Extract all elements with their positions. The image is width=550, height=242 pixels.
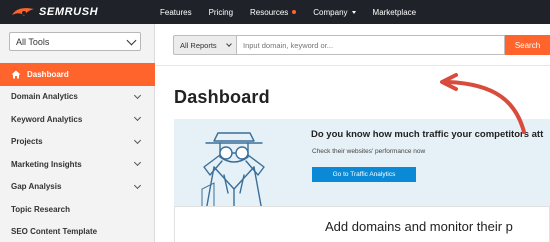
nav-label: Pricing (208, 7, 234, 17)
sidebar-item-label: SEO Content Template (11, 227, 98, 237)
logo-text: SEMRUSH (39, 6, 99, 18)
nav-company[interactable]: Company (313, 7, 356, 17)
nav-menu: Features Pricing Resources Company Marke… (160, 0, 433, 24)
chevron-down-icon (133, 136, 142, 144)
sidebar-item-label: Topic Research (11, 204, 70, 214)
annotation-arrow-icon (440, 73, 526, 134)
sidebar-menu: Dashboard Domain Analytics Keyword Analy… (0, 63, 155, 242)
chevron-down-icon (133, 181, 142, 189)
nav-label: Resources (250, 7, 289, 17)
sidebar-item-marketing-insights[interactable]: Marketing Insights (0, 153, 155, 176)
caret-down-icon (351, 10, 356, 14)
new-badge-dot (292, 10, 297, 14)
promo-subtext: Check their websites' performance now (312, 148, 426, 155)
tools-select[interactable]: All Tools (9, 32, 141, 51)
sidebar-item-keyword-analytics[interactable]: Keyword Analytics (0, 108, 155, 131)
sidebar-item-seo-content-template[interactable]: SEO Content Template (0, 221, 155, 242)
nav-label: Features (160, 7, 192, 17)
nav-pricing[interactable]: Pricing (209, 8, 233, 17)
add-domains-panel: Add domains and monitor their p (174, 206, 550, 242)
sidebar-item-domain-analytics[interactable]: Domain Analytics (0, 86, 155, 109)
semrush-flame-icon (12, 8, 34, 16)
nav-resources[interactable]: Resources (250, 7, 297, 17)
nav-label: Marketplace (372, 7, 417, 17)
sidebar-item-label: Projects (11, 137, 43, 147)
reports-select[interactable]: All Reports (173, 35, 237, 55)
reports-select-value: All Reports (180, 40, 217, 50)
go-to-traffic-analytics-button[interactable]: Go to Traffic Analytics (312, 167, 416, 182)
sidebar-item-dashboard[interactable]: Dashboard (0, 63, 155, 86)
page-title: Dashboard (174, 87, 270, 107)
sidebar-item-label: Domain Analytics (11, 92, 78, 102)
sidebar-item-label: Marketing Insights (11, 159, 82, 169)
sidebar-item-label: Keyword Analytics (11, 114, 83, 124)
search-bar: All Reports Search (156, 24, 550, 66)
sidebar-item-topic-research[interactable]: Topic Research (0, 198, 155, 221)
chevron-down-icon (133, 113, 142, 122)
main-content: All Reports Search Dashboard (156, 24, 550, 242)
chevron-down-icon (133, 158, 142, 167)
add-domains-title: Add domains and monitor their p (325, 219, 513, 234)
top-navigation-bar: SEMRUSH Features Pricing Resources Compa… (0, 0, 550, 24)
chevron-down-icon (126, 35, 137, 46)
sidebar: All Tools Dashboard Domain Analytics Key… (0, 24, 155, 242)
chevron-down-icon (133, 91, 142, 99)
spy-with-binoculars-illustration (201, 132, 265, 212)
nav-label: Company (313, 7, 348, 17)
chevron-down-icon (226, 41, 232, 47)
tools-select-value: All Tools (16, 36, 50, 47)
nav-marketplace[interactable]: Marketplace (373, 8, 417, 17)
home-icon (11, 70, 21, 79)
sidebar-item-label: Gap Analysis (11, 182, 62, 192)
search-input[interactable] (237, 35, 505, 55)
sidebar-item-gap-analysis[interactable]: Gap Analysis (0, 176, 155, 199)
search-button[interactable]: Search (505, 35, 550, 55)
sidebar-item-projects[interactable]: Projects (0, 131, 155, 154)
sidebar-item-label: Dashboard (27, 69, 69, 79)
nav-features[interactable]: Features (160, 8, 192, 17)
semrush-logo[interactable]: SEMRUSH (10, 4, 98, 20)
